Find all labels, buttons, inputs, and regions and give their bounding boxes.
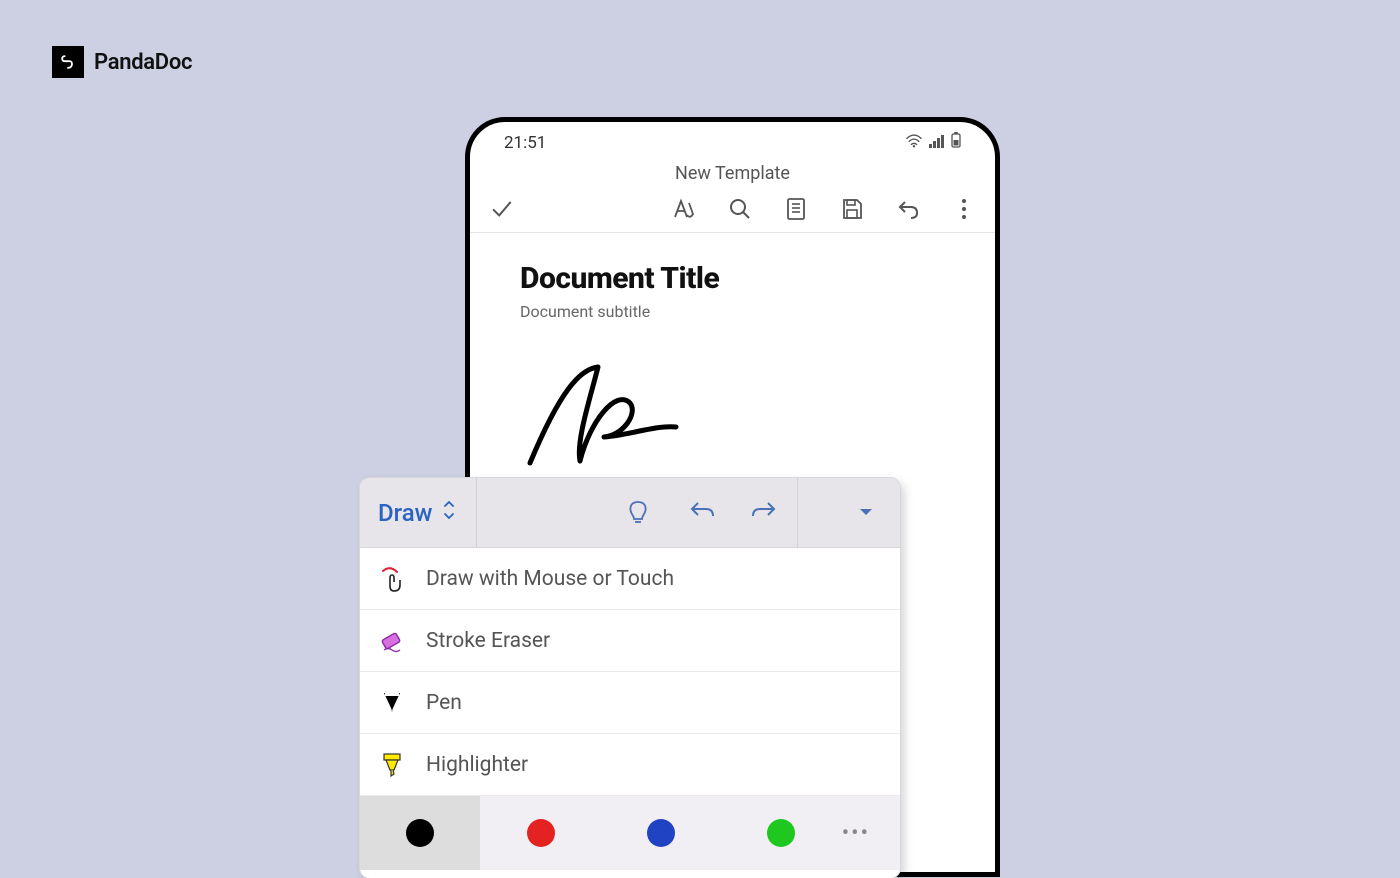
color-black[interactable] — [360, 796, 480, 870]
screen-title: New Template — [470, 157, 995, 194]
more-colors-button[interactable]: ••• — [842, 821, 900, 846]
search-button[interactable] — [727, 196, 753, 222]
touch-draw-icon — [380, 566, 406, 592]
color-red[interactable] — [480, 796, 600, 870]
save-button[interactable] — [839, 196, 865, 222]
draw-panel: Draw Draw with Mouse or Touch Stroke Era… — [360, 478, 900, 878]
highlighter-icon — [380, 752, 406, 778]
eraser-icon — [380, 628, 406, 654]
color-green[interactable] — [721, 796, 841, 870]
color-blue[interactable] — [601, 796, 721, 870]
brand-logo: PandaDoc — [52, 46, 192, 78]
menu-label-stroke-eraser: Stroke Eraser — [426, 629, 550, 653]
brand-name: PandaDoc — [94, 50, 192, 75]
pen-icon — [380, 690, 406, 716]
menu-item-highlighter[interactable]: Highlighter — [360, 734, 900, 796]
color-row: ••• — [360, 796, 900, 870]
confirm-button[interactable] — [488, 196, 514, 222]
swatch-red — [527, 819, 555, 847]
panel-undo-button[interactable] — [689, 500, 715, 526]
draw-tab[interactable]: Draw — [360, 478, 477, 547]
more-button[interactable] — [951, 196, 977, 222]
status-bar: 21:51 — [470, 122, 995, 157]
reading-mode-button[interactable] — [783, 196, 809, 222]
menu-item-stroke-eraser[interactable]: Stroke Eraser — [360, 610, 900, 672]
document-body[interactable]: Document Title Document subtitle — [470, 233, 995, 503]
wifi-icon — [905, 133, 923, 153]
draw-panel-header: Draw — [360, 478, 900, 548]
hint-button[interactable] — [627, 500, 653, 526]
document-subtitle[interactable]: Document subtitle — [520, 302, 945, 321]
swatch-blue — [647, 819, 675, 847]
battery-icon — [951, 132, 961, 153]
signature-drawing — [520, 361, 945, 475]
menu-label-highlighter: Highlighter — [426, 753, 528, 777]
document-title[interactable]: Document Title — [520, 261, 945, 296]
menu-label-draw-touch: Draw with Mouse or Touch — [426, 567, 674, 591]
menu-label-pen: Pen — [426, 691, 462, 715]
menu-item-draw-touch[interactable]: Draw with Mouse or Touch — [360, 548, 900, 610]
swatch-green — [767, 819, 795, 847]
editor-toolbar — [470, 194, 995, 233]
panel-redo-button[interactable] — [751, 500, 777, 526]
draw-menu: Draw with Mouse or Touch Stroke Eraser P… — [360, 548, 900, 796]
menu-item-pen[interactable]: Pen — [360, 672, 900, 734]
draw-tab-label: Draw — [378, 499, 432, 527]
pandadoc-icon — [52, 46, 84, 78]
undo-button[interactable] — [895, 196, 921, 222]
panel-dropdown-button[interactable] — [858, 503, 874, 522]
swatch-black — [406, 819, 434, 847]
text-style-button[interactable] — [671, 196, 697, 222]
signal-icon — [929, 133, 945, 153]
status-time: 21:51 — [504, 133, 546, 153]
chevron-updown-icon — [442, 499, 456, 527]
